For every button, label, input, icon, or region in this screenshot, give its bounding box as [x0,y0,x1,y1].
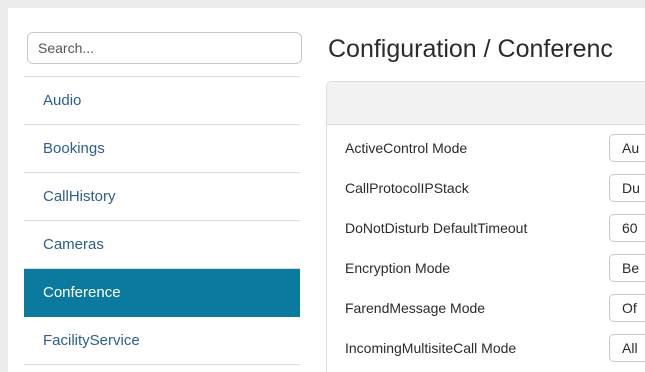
settings-list: ActiveControl Mode Au CallProtocolIPStac… [327,128,645,368]
sidebar-item-facilityservice[interactable]: FacilityService [24,317,300,365]
app-window: Audio Bookings CallHistory Cameras Confe… [8,8,645,372]
setting-value-input[interactable]: 60 [609,214,645,242]
settings-panel: ActiveControl Mode Au CallProtocolIPStac… [326,81,645,372]
sidebar-nav: Audio Bookings CallHistory Cameras Confe… [24,77,300,365]
sidebar: Audio Bookings CallHistory Cameras Confe… [24,8,302,372]
setting-value-select[interactable]: Of [609,294,645,322]
setting-label: ActiveControl Mode [345,140,468,156]
setting-label: Encryption Mode [345,260,451,276]
setting-label: DoNotDisturb DefaultTimeout [345,220,528,236]
sidebar-item-conference[interactable]: Conference [24,269,300,317]
setting-label: IncomingMultisiteCall Mode [345,340,517,356]
sidebar-item-cameras[interactable]: Cameras [24,221,300,269]
sidebar-item-callhistory[interactable]: CallHistory [24,173,300,221]
setting-label: FarendMessage Mode [345,300,486,316]
setting-value-select[interactable]: Be [609,254,645,282]
main-content: Configuration / Conferenc ActiveControl … [326,8,645,372]
sidebar-item-audio[interactable]: Audio [24,77,300,125]
sidebar-item-bookings[interactable]: Bookings [24,125,300,173]
setting-row: DoNotDisturb DefaultTimeout 60 [327,208,645,248]
setting-value-select[interactable]: Du [609,174,645,202]
setting-row: FarendMessage Mode Of [327,288,645,328]
setting-row: Encryption Mode Be [327,248,645,288]
page-title: Configuration / Conferenc [328,35,613,63]
setting-row: CallProtocolIPStack Du [327,168,645,208]
setting-value-select[interactable]: Au [609,134,645,162]
panel-header [327,82,645,125]
search-input[interactable] [27,32,302,64]
setting-row: ActiveControl Mode Au [327,128,645,168]
search-container [24,8,302,77]
setting-value-select[interactable]: All [609,334,645,362]
setting-row: IncomingMultisiteCall Mode All [327,328,645,368]
setting-label: CallProtocolIPStack [345,180,469,196]
